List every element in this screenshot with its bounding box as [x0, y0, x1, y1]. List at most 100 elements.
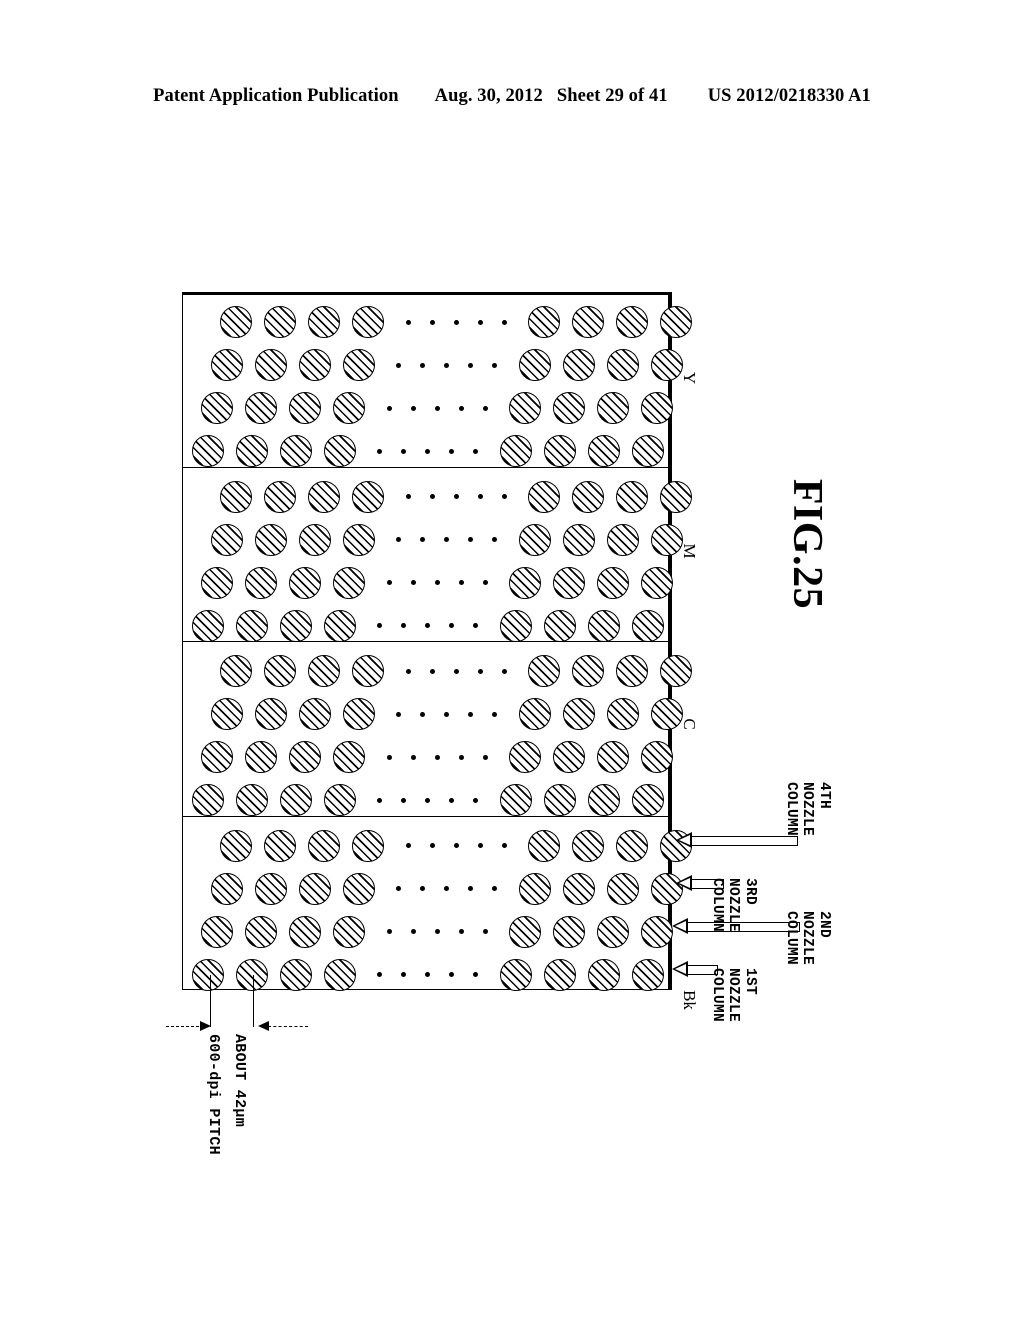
- ellipsis-dot: [453, 319, 459, 325]
- nozzle-circle: [191, 435, 224, 467]
- nozzle-circle: [333, 741, 365, 773]
- ellipsis-dot: [434, 580, 440, 585]
- color-group-label-Bk: Bk: [680, 990, 699, 1010]
- ellipsis-dot: [458, 929, 464, 934]
- nozzle-circle: [323, 609, 356, 642]
- nozzle-circle: [352, 480, 384, 513]
- nozzle-circle: [572, 829, 604, 862]
- pitch-label-line2: ABOUT 42μm: [231, 1034, 248, 1128]
- ellipsis-dot: [468, 537, 473, 542]
- nozzle-circle: [543, 609, 576, 642]
- ellipsis-dot: [377, 448, 382, 454]
- ellipsis-dot: [473, 972, 478, 977]
- nozzle-circle: [660, 655, 692, 687]
- nozzle-circle: [509, 741, 541, 773]
- nozzle-circle: [562, 349, 595, 381]
- nozzle-circle: [616, 829, 648, 862]
- nozzle-circle: [587, 784, 620, 816]
- nozzle-column-label-4th: 4TH NOZZLE COLUMN: [783, 782, 832, 837]
- nozzle-circle: [254, 698, 287, 730]
- nozzle-circle: [245, 915, 277, 948]
- ellipsis-dot: [410, 405, 416, 411]
- ellipsis-dot: [482, 754, 488, 760]
- nozzle-column-label-2nd-line2: NOZZLE: [799, 911, 816, 966]
- color-group-divider: [182, 641, 672, 642]
- ellipsis-dot: [492, 711, 497, 717]
- ellipsis-dot: [477, 319, 483, 325]
- color-group-divider: [182, 466, 672, 468]
- ellipsis-dot: [429, 843, 435, 848]
- nozzle-circle: [650, 349, 683, 381]
- nozzle-column-label-3rd: 3RD NOZZLE COLUMN: [709, 878, 758, 932]
- nozzle-circle: [352, 306, 384, 338]
- pitch-dimension-line-right: [268, 1026, 308, 1027]
- nozzle-circle: [245, 741, 277, 773]
- ellipsis-dot: [410, 754, 416, 760]
- pitch-label-line1: 600-dpi PITCH: [205, 1034, 222, 1155]
- nozzle-circle: [254, 523, 287, 556]
- nozzle-circle: [660, 480, 692, 513]
- ellipsis-dot: [482, 580, 488, 585]
- nozzle-circle: [543, 435, 576, 467]
- ellipsis-dot: [425, 797, 430, 803]
- ellipsis-dot: [396, 886, 401, 891]
- ellipsis-dot: [501, 843, 507, 848]
- nozzle-circle: [509, 915, 541, 948]
- nozzle-circle: [333, 566, 365, 599]
- nozzle-circle: [264, 480, 296, 513]
- nozzle-circle: [518, 872, 551, 905]
- nozzle-circle: [597, 392, 629, 424]
- nozzle-circle: [597, 741, 629, 773]
- nozzle-column-label-3rd-line1: 3RD: [742, 878, 758, 906]
- nozzle-circle: [518, 523, 551, 556]
- nozzle-circle: [264, 829, 296, 862]
- ellipsis-dot: [405, 668, 411, 674]
- nozzle-column-label-4th-line3: COLUMN: [783, 782, 799, 837]
- nozzle-circle: [235, 435, 268, 467]
- ellipsis-dot: [482, 929, 488, 934]
- ellipsis-dot: [425, 623, 430, 628]
- nozzle-circle: [279, 784, 312, 816]
- color-group-label-C: C: [680, 718, 699, 730]
- ellipsis-dot: [377, 972, 382, 977]
- nozzle-circle: [352, 829, 384, 862]
- ellipsis-dot: [410, 580, 416, 585]
- nozzle-circle: [518, 698, 551, 730]
- nozzle-circle: [235, 784, 268, 816]
- nozzle-circle: [254, 349, 287, 381]
- nozzle-circle: [499, 958, 532, 991]
- nozzle-circle: [572, 480, 604, 513]
- ellipsis-dot: [453, 494, 459, 499]
- nozzle-circle: [245, 392, 277, 424]
- nozzle-circle: [220, 655, 252, 687]
- ellipsis-dot: [396, 537, 401, 542]
- ellipsis-dot: [477, 843, 483, 848]
- ellipsis-dot: [420, 362, 425, 368]
- nozzle-circle: [298, 698, 331, 730]
- ellipsis-dot: [410, 929, 416, 934]
- nozzle-circle: [323, 784, 356, 816]
- ellipsis-dot: [458, 754, 464, 760]
- ellipsis-dot: [449, 972, 454, 977]
- nozzle-circle: [631, 958, 664, 991]
- ellipsis-dot: [449, 797, 454, 803]
- nozzle-column-label-4th-line1: 4TH: [816, 782, 832, 810]
- nozzle-circle: [641, 566, 673, 599]
- nozzle-circle: [254, 872, 287, 905]
- nozzle-circle: [220, 480, 252, 513]
- color-group-label-M: M: [680, 543, 699, 559]
- nozzle-circle: [323, 958, 356, 991]
- nozzle-circle: [264, 655, 296, 687]
- nozzle-circle: [279, 609, 312, 642]
- ellipsis-dot: [401, 797, 406, 803]
- ellipsis-dot: [492, 362, 497, 368]
- ellipsis-dot: [396, 711, 401, 717]
- nozzle-circle: [606, 698, 639, 730]
- nozzle-circle: [342, 523, 375, 556]
- nozzle-circle: [289, 392, 321, 424]
- ellipsis-dot: [377, 623, 382, 628]
- nozzle-circle: [342, 698, 375, 730]
- nozzle-circle: [308, 480, 340, 513]
- ellipsis-dot: [401, 623, 406, 628]
- nozzle-circle: [562, 523, 595, 556]
